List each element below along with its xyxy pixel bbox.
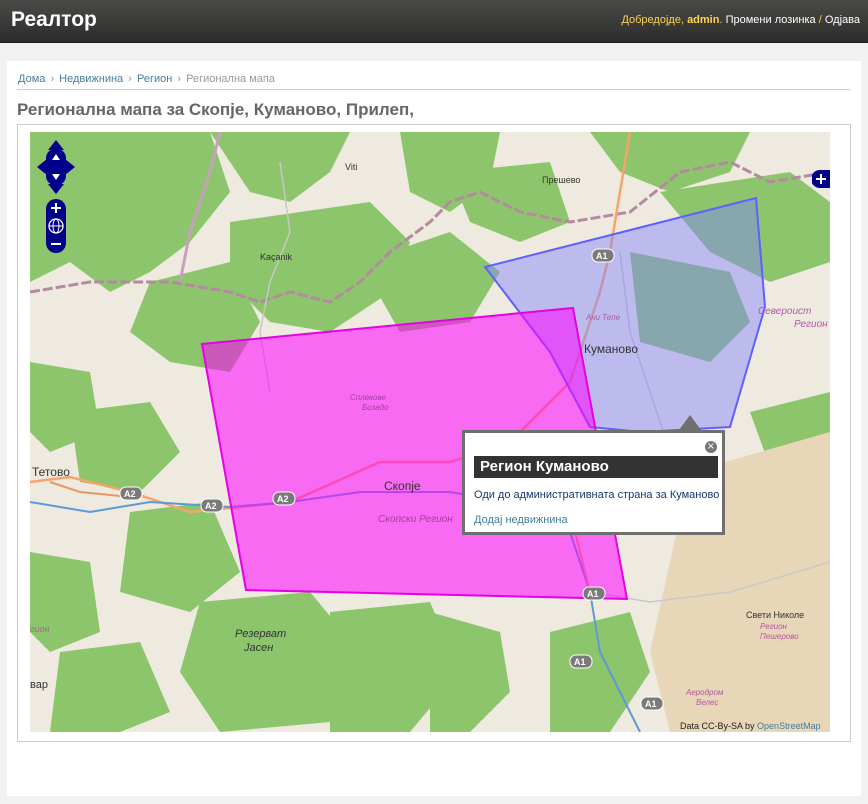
close-icon[interactable]: × <box>705 441 717 453</box>
map-label-kacanik: Kaçanik <box>260 252 293 262</box>
map-label-sredno: Сплекове <box>350 393 386 402</box>
pan-right-icon[interactable] <box>65 159 75 175</box>
map-label-skopje: Скопје <box>384 479 421 493</box>
road-shield-a2-mid-label: A2 <box>205 501 217 511</box>
zoom-out-icon[interactable] <box>51 243 61 245</box>
map-label-viti: Viti <box>345 162 357 172</box>
pan-up-icon[interactable] <box>48 140 64 150</box>
breadcrumb-separator: › <box>50 73 55 85</box>
plus-glyph-vertical <box>820 174 822 184</box>
page-title: Регионална мапа за Скопје, Куманово, При… <box>17 100 414 119</box>
user-tools: Добредојде, admin. Промени лозинка / Одј… <box>621 14 860 26</box>
map-label-severoist-2: Регион <box>794 319 828 330</box>
popup-title: Регион Куманово <box>474 456 718 478</box>
change-password-link[interactable]: Промени лозинка <box>726 14 816 26</box>
pan-down-icon[interactable] <box>48 184 64 194</box>
map-label-region-pesherovo-1: Регион <box>760 622 788 631</box>
openstreetmap-link[interactable]: OpenStreetMap <box>757 721 821 731</box>
road-shield-a1-top-label: A1 <box>596 251 608 261</box>
top-header: Реалтор Добредојде, admin. Промени лозин… <box>0 0 868 43</box>
logout-link[interactable]: Одјава <box>825 14 860 26</box>
breadcrumb-region[interactable]: Регион <box>137 73 172 85</box>
road-shield-a1-bottom-label: A1 <box>587 589 599 599</box>
map-label-airport-2: Велес <box>696 698 718 707</box>
breadcrumb-divider <box>17 89 850 90</box>
username: admin <box>687 14 720 26</box>
map-label-skopski-region: Скопски Регион <box>378 514 453 525</box>
map-label-region-pesherovo-2: Пешерово <box>760 632 799 641</box>
map-label-airport-1: Аеродром <box>685 688 724 697</box>
brand-link[interactable]: Реалтор <box>11 8 97 32</box>
breadcrumb-separator: › <box>128 73 132 85</box>
map-label-tetovo: Тетово <box>32 465 70 479</box>
add-property-link[interactable]: Додај недвижнина <box>474 514 568 526</box>
breadcrumb-home[interactable]: Дома <box>18 73 45 85</box>
map-label-presevo: Прешево <box>542 175 580 185</box>
pan-control[interactable] <box>37 140 75 194</box>
road-shield-a2-left-label: A2 <box>124 489 136 499</box>
map-attribution: Data CC-By-SA by OpenStreetMap <box>680 721 821 731</box>
map-label-region-left: гион <box>30 624 49 634</box>
breadcrumb-current: Регионална мапа <box>186 73 275 85</box>
layer-switcher-toggle[interactable] <box>812 170 830 188</box>
map-label-reserve-2: Јасен <box>243 642 273 654</box>
welcome-text: Добредојде, <box>621 14 684 26</box>
map-label-severoist-1: Североист <box>758 306 811 317</box>
zoom-control[interactable] <box>46 199 66 253</box>
admin-side-link[interactable]: Оди до административната страна за Куман… <box>474 489 719 501</box>
map-label-reserve-1: Резерват <box>235 628 286 640</box>
breadcrumb-properties[interactable]: Недвижнина <box>59 73 123 85</box>
popup-pointer <box>679 415 701 430</box>
breadcrumb-separator: › <box>177 73 182 85</box>
road-shield-a2-center-label: A2 <box>277 494 289 504</box>
pan-left-icon[interactable] <box>37 159 47 175</box>
breadcrumb: Дома › Недвижнина › Регион › Регионална … <box>18 73 275 85</box>
user-tools-separator: / <box>818 14 822 26</box>
map-label-sveti-nikole: Свети Николе <box>746 610 804 620</box>
road-shield-a1-low-label: A1 <box>574 657 586 667</box>
map-label-kumanovo: Куманово <box>584 342 638 356</box>
map-label-left-edge: вар <box>30 679 48 691</box>
map-label-sredno2: Бозадо <box>362 403 389 412</box>
map-label-aci-tepe: Ачи Тепе <box>585 313 621 322</box>
road-shield-a1-br-label: A1 <box>645 699 657 709</box>
attribution-text: Data CC-By-SA by <box>680 721 755 731</box>
region-popup: × Регион Куманово Оди до административна… <box>462 430 725 535</box>
